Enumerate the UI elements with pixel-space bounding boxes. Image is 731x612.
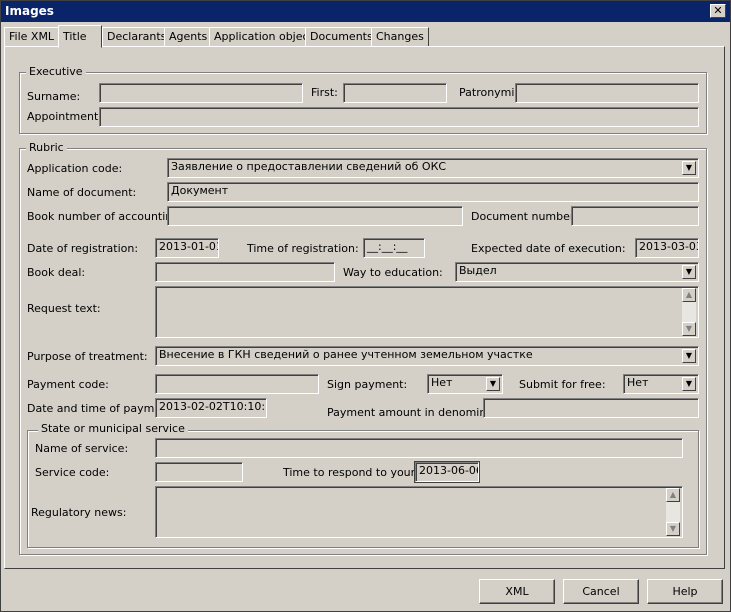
payment-amount-label: Payment amount in denominated: <box>327 406 483 419</box>
scroll-up-icon[interactable]: ▲ <box>682 288 696 302</box>
surname-label: Surname: <box>27 90 81 103</box>
expected-date-field[interactable]: 2013-03-03 <box>635 238 699 258</box>
rubric-legend: Rubric <box>26 142 67 154</box>
tab-changes[interactable]: Changes <box>371 27 429 47</box>
name-of-document-label: Name of document: <box>27 186 137 199</box>
request-text-area[interactable] <box>155 286 699 338</box>
xml-button[interactable]: XML <box>479 579 555 604</box>
request-text-label: Request text: <box>27 302 101 315</box>
tab-file-xml[interactable]: File XML <box>4 27 60 47</box>
expected-date-label: Expected date of execution: <box>471 242 626 255</box>
date-of-registration-label: Date of registration: <box>27 242 139 255</box>
tab-documents[interactable]: Documents <box>305 27 378 47</box>
application-code-select[interactable]: Заявление о предоставлении сведений об О… <box>167 158 699 178</box>
document-number-field[interactable] <box>571 206 699 226</box>
chevron-down-icon[interactable]: ▼ <box>486 377 500 391</box>
chevron-down-icon[interactable]: ▼ <box>682 377 696 391</box>
appointment-field[interactable] <box>99 107 699 127</box>
surname-field[interactable] <box>99 83 303 103</box>
patronymic-field[interactable] <box>515 83 699 103</box>
cancel-button[interactable]: Cancel <box>563 579 639 604</box>
title-bar: Images <box>1 1 730 22</box>
name-of-document-field[interactable]: Документ <box>167 182 699 202</box>
date-time-payment-label: Date and time of payment: <box>27 402 177 415</box>
document-number-label: Document number: <box>471 210 578 223</box>
close-button[interactable]: ✕ <box>710 4 726 18</box>
window-title: Images <box>5 4 54 18</box>
tab-title[interactable]: Title <box>58 25 102 48</box>
executive-legend: Executive <box>26 66 86 78</box>
date-time-payment-field[interactable]: 2013-02-02T10:10:10 <box>155 398 267 418</box>
respond-time-label: Time to respond to your requ <box>283 466 415 479</box>
first-label: First: <box>311 86 338 99</box>
first-field[interactable] <box>343 83 447 103</box>
service-code-field[interactable] <box>155 462 243 482</box>
book-deal-field[interactable] <box>155 262 335 282</box>
payment-code-field[interactable] <box>155 374 319 394</box>
purpose-label: Purpose of treatment: <box>27 350 148 363</box>
tab-application-object[interactable]: Application object <box>209 27 318 47</box>
tab-agents[interactable]: Agents <box>164 27 213 47</box>
book-number-field[interactable] <box>167 206 463 226</box>
service-code-label: Service code: <box>35 466 110 479</box>
purpose-select[interactable]: Внесение в ГКН сведений о ранее учтенном… <box>155 346 699 366</box>
application-code-label: Application code: <box>27 162 123 175</box>
date-of-registration-field[interactable]: 2013-01-01 <box>155 238 219 258</box>
submit-free-label: Submit for free: <box>519 378 606 391</box>
chevron-down-icon[interactable]: ▼ <box>682 161 696 175</box>
chevron-down-icon[interactable]: ▼ <box>682 265 696 279</box>
scroll-down-icon[interactable]: ▼ <box>666 522 680 536</box>
way-to-education-select[interactable]: Выдел <box>455 262 699 282</box>
regulatory-news-area[interactable] <box>155 486 683 538</box>
help-button[interactable]: Help <box>647 579 723 604</box>
sign-payment-label: Sign payment: <box>327 378 408 391</box>
time-of-registration-field[interactable]: __:__:__ <box>363 238 425 258</box>
service-name-field[interactable] <box>155 438 683 458</box>
respond-time-field[interactable]: 2013-06-06 <box>415 462 479 482</box>
way-to-education-label: Way to education: <box>343 266 443 279</box>
service-name-label: Name of service: <box>35 442 129 455</box>
book-number-label: Book number of accounting re <box>27 210 167 223</box>
service-legend: State or municipal service <box>38 423 188 435</box>
regulatory-news-label: Regulatory news: <box>31 506 127 519</box>
book-deal-label: Book deal: <box>27 266 86 279</box>
tab-declarants[interactable]: Declarants <box>102 27 172 47</box>
scroll-down-icon[interactable]: ▼ <box>682 322 696 336</box>
scroll-up-icon[interactable]: ▲ <box>666 488 680 502</box>
appointment-label: Appointment <box>27 110 99 123</box>
chevron-down-icon[interactable]: ▼ <box>682 349 696 363</box>
payment-code-label: Payment code: <box>27 378 109 391</box>
payment-amount-field[interactable] <box>483 398 699 418</box>
time-of-registration-label: Time of registration: <box>247 242 359 255</box>
